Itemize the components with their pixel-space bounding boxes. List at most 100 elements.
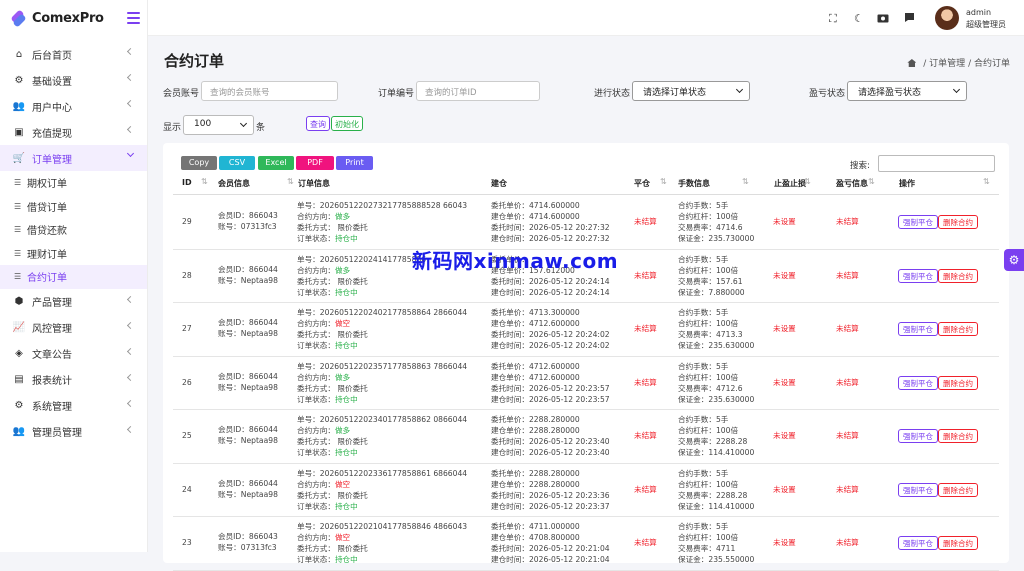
- menu-toggle-icon[interactable]: [127, 12, 140, 27]
- sidebar: ComexPro ⌂ 后台首页 ⚙ 基础设置 👥 用户中心 ▣ 充值提现 🛒 订单管理 ☰ 期权订单 ☰…: [0, 0, 148, 552]
- topbar: ⛶ ☾ admin 超级管理员: [148, 0, 1024, 36]
- page-size-select[interactable]: 100: [183, 115, 254, 135]
- sidebar-item-7[interactable]: ◈ 文章公告: [0, 341, 147, 367]
- force-close-button[interactable]: 强制平仓: [898, 429, 938, 443]
- column-header-6[interactable]: 止盈止损: [774, 178, 806, 189]
- show-unit: 条: [256, 123, 266, 133]
- query-button[interactable]: 查询: [306, 116, 330, 131]
- force-close-button[interactable]: 强制平仓: [898, 322, 938, 336]
- cell-member-id: 会员ID：866044: [218, 318, 278, 327]
- cell-leverage: 合约杠杆：100倍: [678, 479, 739, 489]
- fullscreen-icon[interactable]: ⛶: [829, 12, 837, 26]
- sidebar-item-8[interactable]: ▤ 报表统计: [0, 367, 147, 393]
- sort-icon[interactable]: ⇅: [287, 177, 294, 186]
- dark-mode-icon[interactable]: ☾: [854, 12, 864, 25]
- cell-status-label: 订单状态：: [297, 341, 335, 350]
- sort-icon[interactable]: ⇅: [660, 177, 667, 186]
- sort-icon[interactable]: ⇅: [804, 177, 811, 186]
- sidebar-subitem-2[interactable]: ☰ 借贷还款: [0, 218, 147, 242]
- sidebar-item-label: 管理员管理: [32, 428, 82, 439]
- sidebar-item-1[interactable]: ⚙ 基础设置: [0, 67, 147, 93]
- sidebar-item-4[interactable]: 🛒 订单管理: [0, 145, 147, 171]
- sidebar-item-10[interactable]: 👥 管理员管理: [0, 419, 147, 445]
- cell-entrust-price: 委托单价：4711.000000: [491, 522, 580, 531]
- column-header-1[interactable]: 会员信息: [218, 178, 250, 189]
- cell-status-label: 订单状态：: [297, 555, 335, 564]
- cell-leverage: 合约杠杆：100倍: [678, 372, 739, 382]
- column-header-5[interactable]: 手数信息: [678, 178, 710, 189]
- sidebar-item-6[interactable]: 📈 风控管理: [0, 315, 147, 341]
- export-pdf-button[interactable]: PDF: [296, 156, 334, 170]
- cell-member-account: 账号：07313fc3: [218, 543, 277, 552]
- force-close-button[interactable]: 强制平仓: [898, 375, 938, 390]
- sidebar-subitem-4[interactable]: ☰ 合约订单: [0, 265, 147, 289]
- delete-contract-button[interactable]: 删除合约: [938, 268, 978, 283]
- status-label: 进行状态: [594, 89, 631, 99]
- sort-icon[interactable]: ⇅: [742, 177, 749, 186]
- delete-contract-button[interactable]: 删除合约: [938, 215, 978, 229]
- force-close-button[interactable]: 强制平仓: [898, 268, 938, 283]
- settings-gear-icon[interactable]: ⚙: [1004, 249, 1024, 271]
- breadcrumb-orders[interactable]: 订单管理: [929, 59, 965, 69]
- status-select[interactable]: 请选择订单状态: [632, 81, 750, 101]
- cell-stop: 未设置: [773, 217, 796, 226]
- cell-direction: 做多: [334, 426, 351, 435]
- pl-select[interactable]: 请选择盈亏状态: [847, 81, 967, 101]
- cell-member-id: 会员ID：866043: [218, 532, 278, 541]
- avatar[interactable]: [935, 6, 959, 30]
- sidebar-subitem-3[interactable]: ☰ 理财订单: [0, 242, 147, 266]
- force-close-button[interactable]: 强制平仓: [898, 536, 938, 550]
- column-header-3[interactable]: 建仓: [491, 178, 507, 189]
- sidebar-item-0[interactable]: ⌂ 后台首页: [0, 41, 147, 67]
- home-icon[interactable]: [907, 59, 917, 67]
- sort-icon[interactable]: ⇅: [201, 177, 208, 186]
- reset-button[interactable]: 初始化: [331, 116, 363, 131]
- sidebar-item-9[interactable]: ⚙ 系统管理: [0, 393, 147, 419]
- cogs-icon: ⚙: [14, 74, 24, 86]
- brand-logo-icon: [9, 9, 27, 28]
- export-excel-button[interactable]: Excel: [258, 156, 294, 170]
- cash-icon[interactable]: [877, 13, 889, 26]
- user-name[interactable]: admin: [966, 8, 991, 17]
- delete-contract-button[interactable]: 删除合约: [938, 536, 978, 550]
- export-copy-button[interactable]: Copy: [181, 156, 217, 170]
- delete-contract-button[interactable]: 删除合约: [938, 322, 978, 336]
- cell-entrust-time: 委托时间：2026-05-12 20:27:32: [491, 223, 610, 232]
- export-csv-button[interactable]: CSV: [219, 156, 255, 170]
- column-header-4[interactable]: 平仓: [634, 178, 650, 189]
- sort-icon[interactable]: ⇅: [983, 177, 990, 186]
- breadcrumb-sep: /: [968, 59, 972, 69]
- cell-status-label: 订单状态：: [297, 234, 335, 243]
- delete-contract-button[interactable]: 删除合约: [938, 482, 978, 497]
- column-header-2[interactable]: 订单信息: [298, 178, 330, 189]
- delete-contract-button[interactable]: 删除合约: [938, 429, 978, 443]
- order-input[interactable]: 查询的订单ID: [416, 81, 540, 101]
- cell-margin: 保证金：235.730000: [678, 234, 755, 243]
- sidebar-subitem-1[interactable]: ☰ 借贷订单: [0, 195, 147, 219]
- sidebar-item-label: 文章公告: [32, 350, 72, 361]
- delete-contract-button[interactable]: 删除合约: [938, 375, 978, 390]
- search-input[interactable]: [878, 155, 995, 172]
- cell-pl: 未结算: [836, 431, 859, 440]
- force-close-button[interactable]: 强制平仓: [898, 215, 938, 229]
- sidebar-item-5[interactable]: ⬢ 产品管理: [0, 289, 147, 315]
- sidebar-item-3[interactable]: ▣ 充值提现: [0, 119, 147, 145]
- sidebar-subitem-0[interactable]: ☰ 期权订单: [0, 171, 147, 195]
- export-print-button[interactable]: Print: [336, 156, 373, 170]
- cell-open-time: 建仓时间：2026-05-12 20:23:57: [491, 394, 610, 404]
- sidebar-item-2[interactable]: 👥 用户中心: [0, 93, 147, 119]
- force-close-button[interactable]: 强制平仓: [898, 482, 938, 497]
- column-header-7[interactable]: 盈亏信息: [836, 178, 868, 189]
- column-header-8[interactable]: 操作: [899, 178, 915, 189]
- column-header-0[interactable]: ID: [182, 178, 192, 187]
- admins-icon: 👥: [12, 426, 26, 437]
- sort-icon[interactable]: ⇅: [868, 177, 875, 186]
- member-input[interactable]: 查询的会员账号: [201, 81, 338, 101]
- status-select-value: 请选择订单状态: [643, 88, 707, 98]
- brand[interactable]: ComexPro: [0, 0, 147, 36]
- cell-stop: 未设置: [773, 377, 796, 387]
- sidebar-item-label: 用户中心: [32, 102, 72, 114]
- sidebar-subitem-label: 理财订单: [27, 249, 67, 261]
- cell-open-price: 建仓单价：4712.600000: [491, 319, 580, 328]
- message-icon[interactable]: [904, 12, 915, 26]
